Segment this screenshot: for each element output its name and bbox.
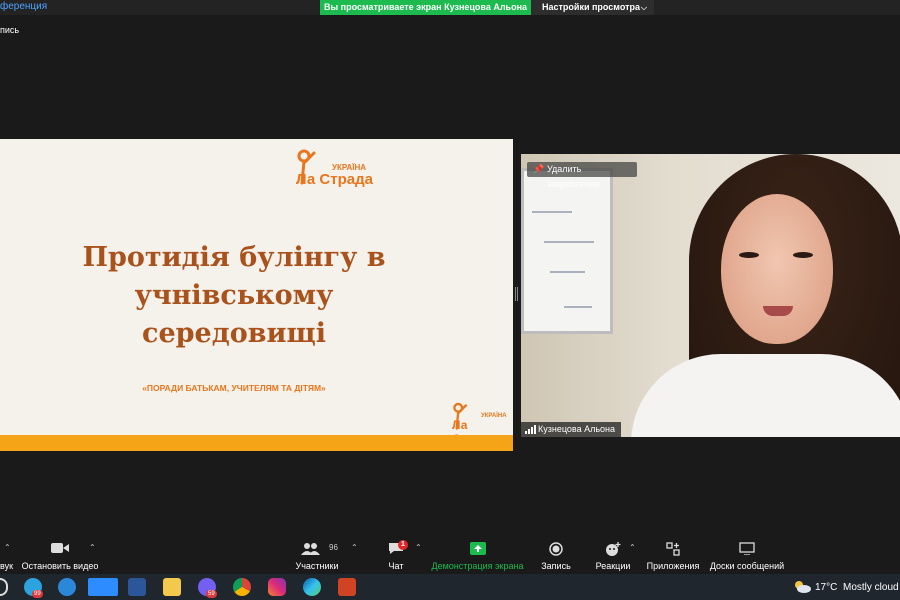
chat-button[interactable]: Чат <box>380 533 412 574</box>
unpin-button[interactable]: 📌 Удалить закрепление <box>527 162 637 189</box>
share-screen-button[interactable]: Демонстрация экрана <box>430 533 525 574</box>
participant-face <box>721 194 833 344</box>
board-scribble <box>564 306 592 308</box>
windows-taskbar: 99 59 17°C Mostly cloud <box>0 574 900 600</box>
search-icon[interactable] <box>0 578 8 596</box>
apps-label: Приложения <box>646 561 700 571</box>
participant-video[interactable] <box>521 154 900 437</box>
edge-icon[interactable] <box>303 578 321 596</box>
whiteboard-label: Доски сообщений <box>709 561 785 571</box>
record-button[interactable]: Запись <box>536 533 576 574</box>
cloudy-weather-icon <box>795 581 811 593</box>
whiteboard-icon <box>739 542 755 555</box>
participants-count: 96 <box>329 543 338 552</box>
whiteboard-button[interactable]: Доски сообщений <box>708 533 786 574</box>
stop-video-button[interactable]: Остановить видео <box>20 533 100 574</box>
view-options-label: Настройки просмотра <box>542 2 641 12</box>
network-app-icon[interactable] <box>58 578 76 596</box>
meeting-toolbar: ⌃ вук Остановить видео ⌃ 96 Участники ⌃ <box>0 533 900 574</box>
word-icon[interactable] <box>128 578 146 596</box>
sharing-banner: Вы просматриваете экран Кузнецова Альона <box>320 0 531 15</box>
la-strada-logo: УКРАЇНА Ла Страда <box>292 149 382 189</box>
reactions-icon <box>606 542 621 556</box>
video-camera-icon <box>51 543 69 553</box>
share-screen-label: Демонстрация экрана <box>431 561 524 571</box>
recording-label: пись <box>0 25 20 35</box>
slide-title: Протидія булінгу в учнівському середовищ… <box>0 239 468 353</box>
participants-caret-icon[interactable]: ⌃ <box>351 543 358 552</box>
chevron-down-icon: ⌵ <box>640 3 647 12</box>
whiteboard-in-video <box>521 168 613 334</box>
file-explorer-icon[interactable] <box>163 578 181 596</box>
chat-unread-badge: 1 <box>398 540 408 550</box>
view-options-button[interactable]: Настройки просмотра ⌵ <box>531 0 654 15</box>
participants-icon <box>301 543 320 555</box>
zoom-window: ференция Вы просматриваете экран Кузнецо… <box>0 0 900 600</box>
participants-label: Участники <box>295 561 339 571</box>
reactions-label: Реакции <box>595 561 631 571</box>
record-icon <box>549 542 563 556</box>
conference-title: ференция <box>0 1 48 12</box>
board-scribble <box>550 271 585 273</box>
powerpoint-icon[interactable] <box>338 578 356 596</box>
chat-label: Чат <box>388 561 404 571</box>
chrome-icon[interactable] <box>233 578 251 596</box>
board-scribble <box>544 241 594 243</box>
participant-name-tag: Кузнецова Альона <box>521 422 622 437</box>
slide-title-line1: Протидія булінгу в учнівському <box>82 242 386 311</box>
participant-name: Кузнецова Альона <box>538 424 616 434</box>
reactions-button[interactable]: Реакции <box>592 533 634 574</box>
apps-button[interactable]: Приложения <box>645 533 701 574</box>
signal-bars-icon <box>525 425 536 434</box>
audio-button[interactable]: вук <box>0 533 14 574</box>
shared-screen: УКРАЇНА Ла Страда Протидія булінгу в учн… <box>0 139 513 451</box>
top-bar: ференция Вы просматриваете экран Кузнецо… <box>0 0 900 15</box>
viber-badge: 59 <box>206 590 217 598</box>
board-scribble <box>532 211 572 213</box>
record-label: Запись <box>541 561 571 571</box>
la-strada-logo-small: УКРАЇНА Ла Страда <box>449 402 513 446</box>
participants-button[interactable]: 96 Участники <box>292 533 342 574</box>
zoom-icon[interactable] <box>88 578 118 596</box>
logo-lastrada-text: Ла Страда <box>296 171 373 188</box>
stop-video-label: Остановить видео <box>21 561 99 571</box>
slide-title-line2: середовищі <box>142 318 326 349</box>
telegram-badge: 99 <box>32 590 43 598</box>
video-options-caret-icon[interactable]: ⌃ <box>89 543 96 552</box>
unpin-label: Удалить закрепление <box>547 164 601 189</box>
slide-footer-bar <box>0 435 513 451</box>
instagram-icon[interactable] <box>268 578 286 596</box>
weather-description: Mostly cloud <box>843 582 899 593</box>
split-resize-handle[interactable] <box>515 287 518 301</box>
share-screen-icon <box>469 542 486 555</box>
eye <box>739 252 759 258</box>
pin-icon: 📌 <box>533 164 545 174</box>
chat-caret-icon[interactable]: ⌃ <box>415 543 422 552</box>
weather-temperature: 17°C <box>815 582 838 593</box>
audio-label: вук <box>0 561 14 571</box>
slide-subtitle: «ПОРАДИ БАТЬКАМ, УЧИТЕЛЯМ ТА ДІТЯМ» <box>142 383 326 393</box>
mouth <box>763 306 793 316</box>
reactions-caret-icon[interactable]: ⌃ <box>629 543 636 552</box>
eye <box>793 252 813 258</box>
apps-icon <box>666 542 680 556</box>
